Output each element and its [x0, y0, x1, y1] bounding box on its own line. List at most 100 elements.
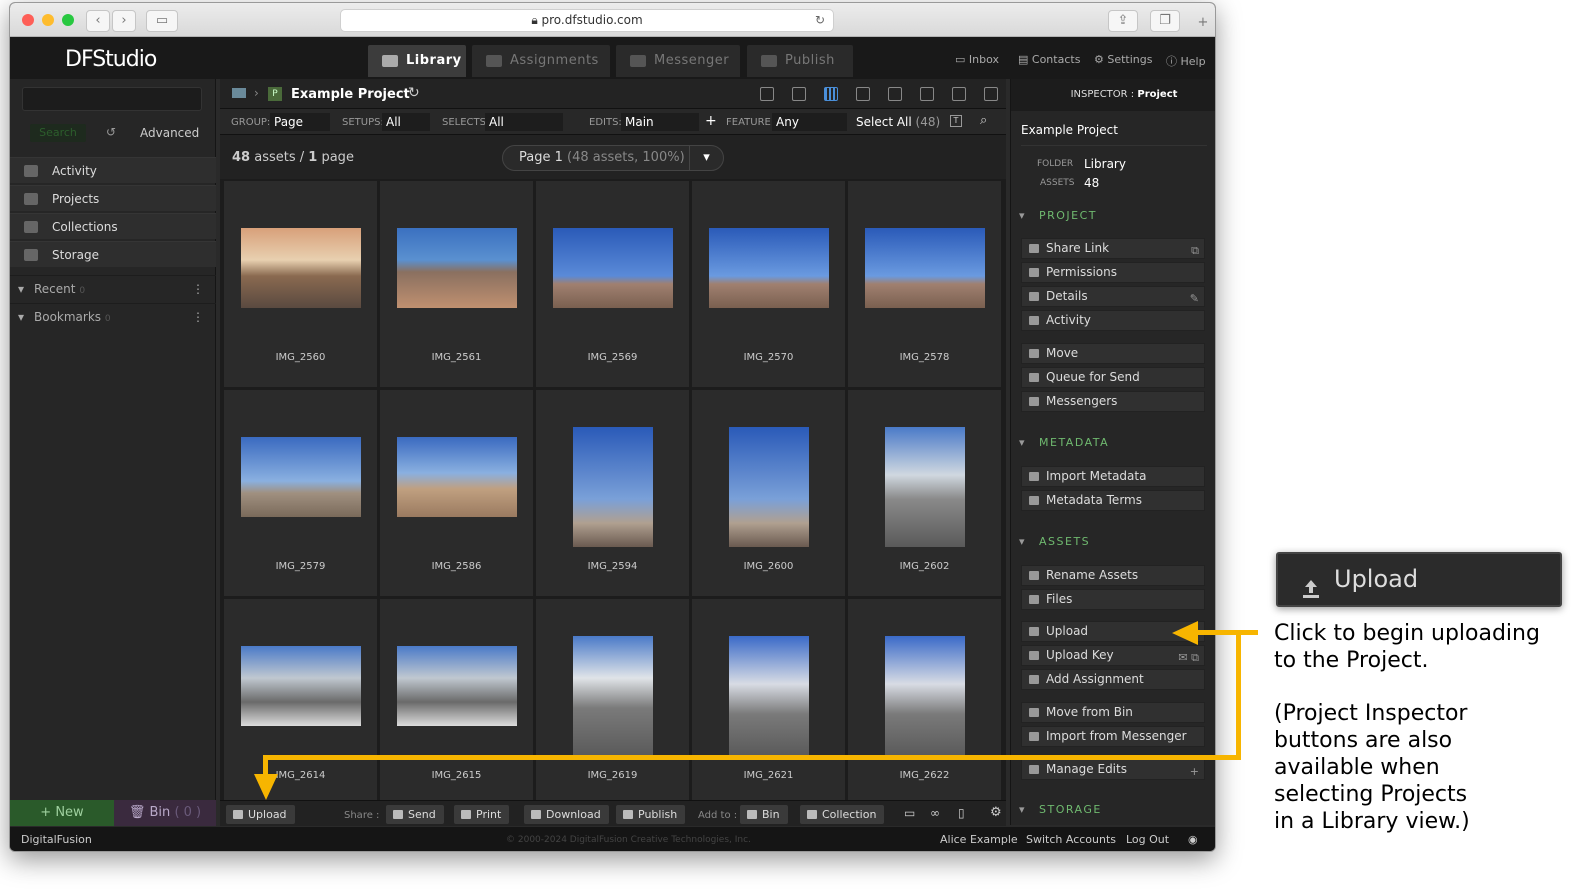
new-tab-icon[interactable]: +: [1192, 13, 1214, 35]
asset-tile[interactable]: IMG_2622: [848, 599, 1001, 805]
contacts-link[interactable]: ▤ Contacts: [1018, 53, 1080, 66]
settings-link[interactable]: ⚙ Settings: [1094, 53, 1152, 66]
asset-tile[interactable]: IMG_2570: [692, 181, 845, 387]
forward-icon[interactable]: ›: [112, 10, 136, 32]
reload-icon[interactable]: ↻: [815, 10, 825, 31]
view-compare-icon[interactable]: [920, 87, 934, 101]
tab-messenger[interactable]: Messenger: [616, 45, 740, 77]
section-assets[interactable]: ASSETS: [1011, 529, 1215, 555]
download-button[interactable]: Download: [524, 805, 609, 824]
chevron-down-icon[interactable]: ▾: [689, 146, 723, 170]
select-all-button[interactable]: Select All (48): [856, 115, 940, 129]
rename-assets-button[interactable]: Rename Assets: [1021, 565, 1205, 586]
edits-select[interactable]: Main: [621, 113, 699, 131]
view-fullscreen-icon[interactable]: [984, 87, 998, 101]
sidebar-toggle-icon[interactable]: ▭: [146, 10, 178, 32]
move-from-bin-button[interactable]: Move from Bin: [1021, 702, 1205, 723]
add-edit-icon[interactable]: +: [705, 113, 717, 129]
url-bar[interactable]: 🔒︎ pro.dfstudio.com ↻: [340, 9, 834, 32]
sidebar-section-bookmarks[interactable]: ▾ Bookmarks 0 ⋮: [10, 303, 216, 329]
close-window-icon[interactable]: [22, 14, 34, 26]
import-metadata-button[interactable]: Import Metadata: [1021, 466, 1205, 487]
asset-tile[interactable]: IMG_2600: [692, 390, 845, 596]
page-select[interactable]: Page 1 (48 assets, 100%) ▾: [502, 145, 724, 171]
asset-thumbnail[interactable]: [728, 427, 809, 547]
details-button[interactable]: Details ✎: [1021, 286, 1205, 307]
help-link[interactable]: ⓘ Help: [1166, 53, 1206, 69]
metadata-terms-button[interactable]: Metadata Terms: [1021, 490, 1205, 511]
tabs-icon[interactable]: ❐: [1150, 10, 1180, 32]
upload-key-button[interactable]: Upload Key ✉ ⧉: [1021, 645, 1205, 666]
manage-edits-action-icon[interactable]: +: [1190, 762, 1199, 781]
asset-thumbnail[interactable]: [396, 646, 517, 726]
asset-tile[interactable]: IMG_2569: [536, 181, 689, 387]
user-name[interactable]: Alice Example: [940, 827, 1018, 851]
asset-thumbnail[interactable]: [240, 646, 361, 726]
publish-button[interactable]: Publish: [616, 805, 686, 824]
section-metadata[interactable]: METADATA: [1011, 430, 1215, 456]
asset-tile[interactable]: IMG_2602: [848, 390, 1001, 596]
compare-icon[interactable]: ∞: [930, 806, 940, 820]
details-action-icon[interactable]: ✎: [1190, 289, 1199, 308]
asset-thumbnail[interactable]: [708, 228, 829, 308]
manage-edits-button[interactable]: Manage Edits +: [1021, 759, 1205, 780]
asset-tile[interactable]: IMG_2619: [536, 599, 689, 805]
asset-tile[interactable]: IMG_2561: [380, 181, 533, 387]
upload-key-action-icon[interactable]: ✉ ⧉: [1178, 648, 1199, 667]
asset-tile[interactable]: IMG_2615: [380, 599, 533, 805]
permissions-button[interactable]: Permissions: [1021, 262, 1205, 283]
section-project[interactable]: PROJECT: [1011, 203, 1215, 229]
history-icon[interactable]: ↺: [106, 125, 116, 139]
refresh-icon[interactable]: ↻: [408, 85, 420, 101]
add-assignment-button[interactable]: Add Assignment: [1021, 669, 1205, 690]
advanced-link[interactable]: Advanced: [140, 126, 199, 140]
add-to-collection-button[interactable]: Collection: [800, 805, 885, 824]
view-list-icon[interactable]: [792, 87, 806, 101]
asset-thumbnail[interactable]: [884, 427, 965, 547]
feature-select[interactable]: Any: [772, 113, 847, 131]
asset-tile[interactable]: IMG_2579: [224, 390, 377, 596]
gear-icon[interactable]: ⚙: [990, 805, 1002, 820]
messengers-button[interactable]: Messengers: [1021, 391, 1205, 412]
sidebar-item-collections[interactable]: Collections: [10, 213, 216, 239]
asset-tile[interactable]: IMG_2594: [536, 390, 689, 596]
new-button[interactable]: + New: [10, 800, 114, 826]
switch-accounts-link[interactable]: Switch Accounts: [1026, 827, 1116, 851]
asset-tile[interactable]: IMG_2560: [224, 181, 377, 387]
asset-thumbnail[interactable]: [240, 228, 361, 308]
tab-library[interactable]: Library: [368, 45, 466, 77]
asset-tile[interactable]: IMG_2621: [692, 599, 845, 805]
asset-thumbnail[interactable]: [864, 228, 985, 308]
activity-button[interactable]: Activity: [1021, 310, 1205, 331]
move-button[interactable]: Move: [1021, 343, 1205, 364]
sidebar-search-input[interactable]: [22, 87, 202, 111]
search-icon[interactable]: ⌕: [980, 113, 987, 128]
asset-tile[interactable]: IMG_2614: [224, 599, 377, 805]
text-filter-icon[interactable]: T: [950, 115, 962, 127]
view-detail-icon[interactable]: [760, 87, 774, 101]
inbox-link[interactable]: ▭ Inbox: [955, 53, 999, 66]
view-single-icon[interactable]: [888, 87, 902, 101]
section-storage[interactable]: STORAGE: [1011, 797, 1215, 823]
folder-icon[interactable]: [232, 88, 246, 98]
bin-button[interactable]: 🗑︎ Bin ( 0 ): [114, 800, 216, 826]
group-select[interactable]: Page: [270, 113, 330, 131]
sidebar-item-storage[interactable]: Storage: [10, 241, 216, 267]
asset-thumbnail[interactable]: [552, 228, 673, 308]
sidebar-section-recent[interactable]: ▾ Recent 0 ⋮: [10, 275, 216, 301]
setups-select[interactable]: All: [382, 113, 430, 131]
tag-icon[interactable]: ▭: [904, 806, 915, 820]
asset-thumbnail[interactable]: [396, 437, 517, 517]
add-to-bin-button[interactable]: Bin: [740, 805, 788, 824]
asset-thumbnail[interactable]: [572, 636, 653, 756]
selects-select[interactable]: All: [485, 113, 563, 131]
more-icon[interactable]: ⋮: [192, 276, 204, 302]
slideshow-icon[interactable]: ▯: [958, 806, 965, 820]
view-stack-icon[interactable]: [952, 87, 966, 101]
asset-tile[interactable]: IMG_2578: [848, 181, 1001, 387]
logout-link[interactable]: Log Out: [1126, 827, 1169, 851]
asset-thumbnail[interactable]: [396, 228, 517, 308]
import-from-messenger-button[interactable]: Import from Messenger: [1021, 726, 1205, 747]
back-icon[interactable]: ‹: [86, 10, 110, 32]
asset-thumbnail[interactable]: [884, 636, 965, 756]
